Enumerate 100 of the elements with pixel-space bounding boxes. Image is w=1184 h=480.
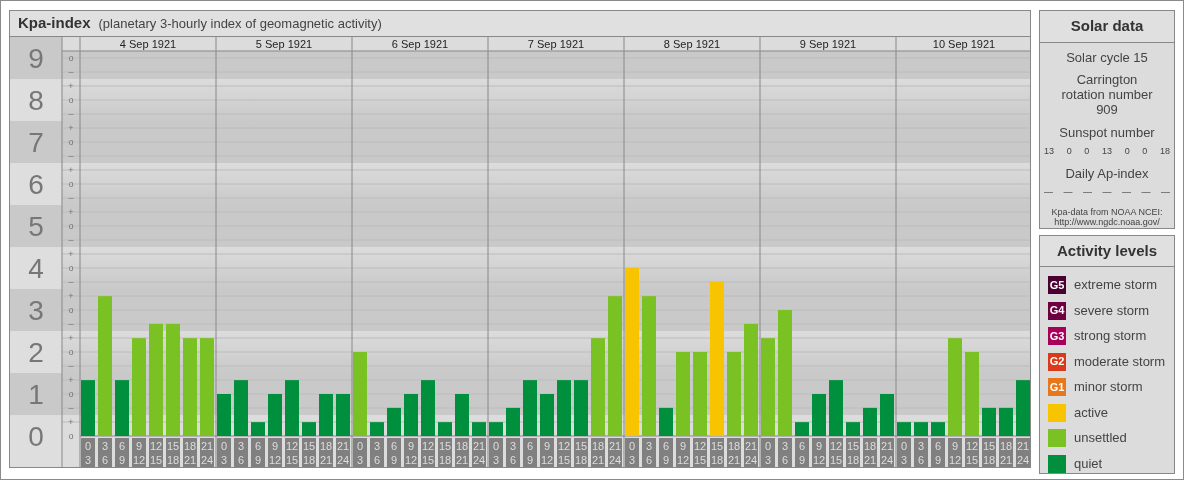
sub-level-mark: o [68,137,74,147]
time-slot-label: 12 15 [421,438,435,467]
sub-level-mark: + [68,291,74,301]
time-slot-label: 6 9 [931,438,945,467]
date-label: 6 Sep 1921 [391,38,449,50]
time-slot-label: 0 3 [489,438,503,467]
level-label: unsettled [1074,429,1127,448]
source-url: http://www.ngdc.noaa.gov/ [1054,217,1160,228]
time-slot-label: 21 24 [336,438,350,467]
time-slot-label: 6 9 [387,438,401,467]
kp-level-label: 1 [28,379,44,410]
time-slot-label: 12 15 [693,438,707,467]
panel-title: Solar data [1040,11,1174,43]
time-slot-label: 15 18 [166,438,180,467]
time-slot-label: 3 6 [370,438,384,467]
time-slot-label: 9 12 [404,438,418,467]
sunspot-value: 0 [1142,145,1148,159]
kp-level-label: 9 [28,43,44,74]
time-slot-label: 6 9 [115,438,129,467]
time-slot-label: 9 12 [948,438,962,467]
ap-index-value: — [1044,185,1053,199]
chart-subtitle: (planetary 3-hourly index of geomagnetic activity) [98,14,382,33]
time-slot-label: 12 15 [557,438,571,467]
time-slot-label: 9 12 [812,438,826,467]
time-slot-label: 18 21 [183,438,197,467]
sub-level-mark: + [68,333,74,343]
time-slot-label: 12 15 [149,438,163,467]
sub-level-mark: o [68,179,74,189]
time-slot-label: 9 12 [268,438,282,467]
sub-level-mark: – [68,109,74,119]
date-label: 10 Sep 1921 [932,38,996,50]
panel-title: Activity levels [1040,235,1174,268]
storm-level-badge: G5 [1048,276,1066,295]
sub-level-mark: – [68,319,74,329]
level-label: active [1074,403,1108,422]
time-slot-label: 12 15 [285,438,299,467]
time-slot-label: 6 9 [523,438,537,467]
time-slot-label: 3 6 [778,438,792,467]
time-slot-label: 9 12 [132,438,146,467]
sunspot-title: Sunspot number [1059,126,1155,142]
ap-index-value: — [1083,185,1092,199]
level-label: moderate storm [1074,352,1166,371]
kp-level-label: 8 [28,85,44,116]
time-slot-label: 3 6 [642,438,656,467]
time-slot-label: 21 24 [880,438,894,467]
time-slot-label: 15 18 [710,438,724,467]
time-slot-label: 3 6 [506,438,520,467]
ap-index-title: Daily Ap-index [1065,166,1149,182]
date-label: 5 Sep 1921 [255,38,313,50]
sub-level-mark: + [68,417,74,427]
time-slot-label: 6 9 [251,438,265,467]
sub-level-mark: + [68,165,74,175]
kp-level-label: 0 [28,421,44,452]
level-label: extreme storm [1074,276,1158,295]
sub-level-mark: o [68,53,74,63]
sub-level-mark: + [68,81,74,91]
time-slot-label: 18 21 [999,438,1013,467]
storm-level-badge: G1 [1048,378,1066,397]
time-slot-label: 18 21 [727,438,741,467]
chart-title: Kpa-index [18,13,91,34]
ap-index-value: — [1141,185,1151,199]
sub-level-mark: – [68,235,74,245]
kp-level-label: 4 [28,253,44,284]
time-slot-label: 21 24 [200,438,214,467]
sub-level-mark: o [68,221,74,231]
time-slot-label: 3 6 [98,438,112,467]
sub-level-mark: – [68,151,74,161]
level-label: quiet [1074,454,1103,473]
sub-level-mark: o [68,347,74,357]
time-slot-label: 0 3 [761,438,775,467]
kp-level-label: 3 [28,295,44,326]
sunspot-value: 0 [1066,145,1072,159]
kp-level-label: 6 [28,169,44,200]
time-slot-label: 12 15 [829,438,843,467]
time-slot-label: 15 18 [302,438,316,467]
kp-level-label: 7 [28,127,44,158]
sub-level-mark: – [68,67,74,77]
sub-level-mark: o [68,305,74,315]
kp-level-label: 2 [28,337,44,368]
time-slot-label: 0 3 [217,438,231,467]
level-label: minor storm [1074,378,1143,397]
time-slot-label: 15 18 [982,438,996,467]
date-label: 4 Sep 1921 [119,38,177,50]
ap-index-value: — [1161,185,1170,199]
solar-cycle-text: Solar cycle 15 [1066,50,1148,66]
source-note: Kpa-data from NOAA NCEI: [1051,207,1163,218]
ap-index-value: — [1122,185,1131,199]
sunspot-value: 0 [1124,145,1130,159]
time-slot-label: 15 18 [846,438,860,467]
time-slot-label: 0 3 [897,438,911,467]
sub-level-mark: – [68,277,74,287]
ap-index-value: — [1102,185,1112,199]
sub-level-mark: – [68,403,74,413]
time-slot-label: 21 24 [1016,438,1030,467]
ap-index-value: — [1063,185,1073,199]
time-slot-label: 18 21 [591,438,605,467]
time-slot-label: 6 9 [795,438,809,467]
sub-level-mark: o [68,95,74,105]
sunspot-value: 13 [1101,145,1112,159]
sub-level-mark: – [68,193,74,203]
